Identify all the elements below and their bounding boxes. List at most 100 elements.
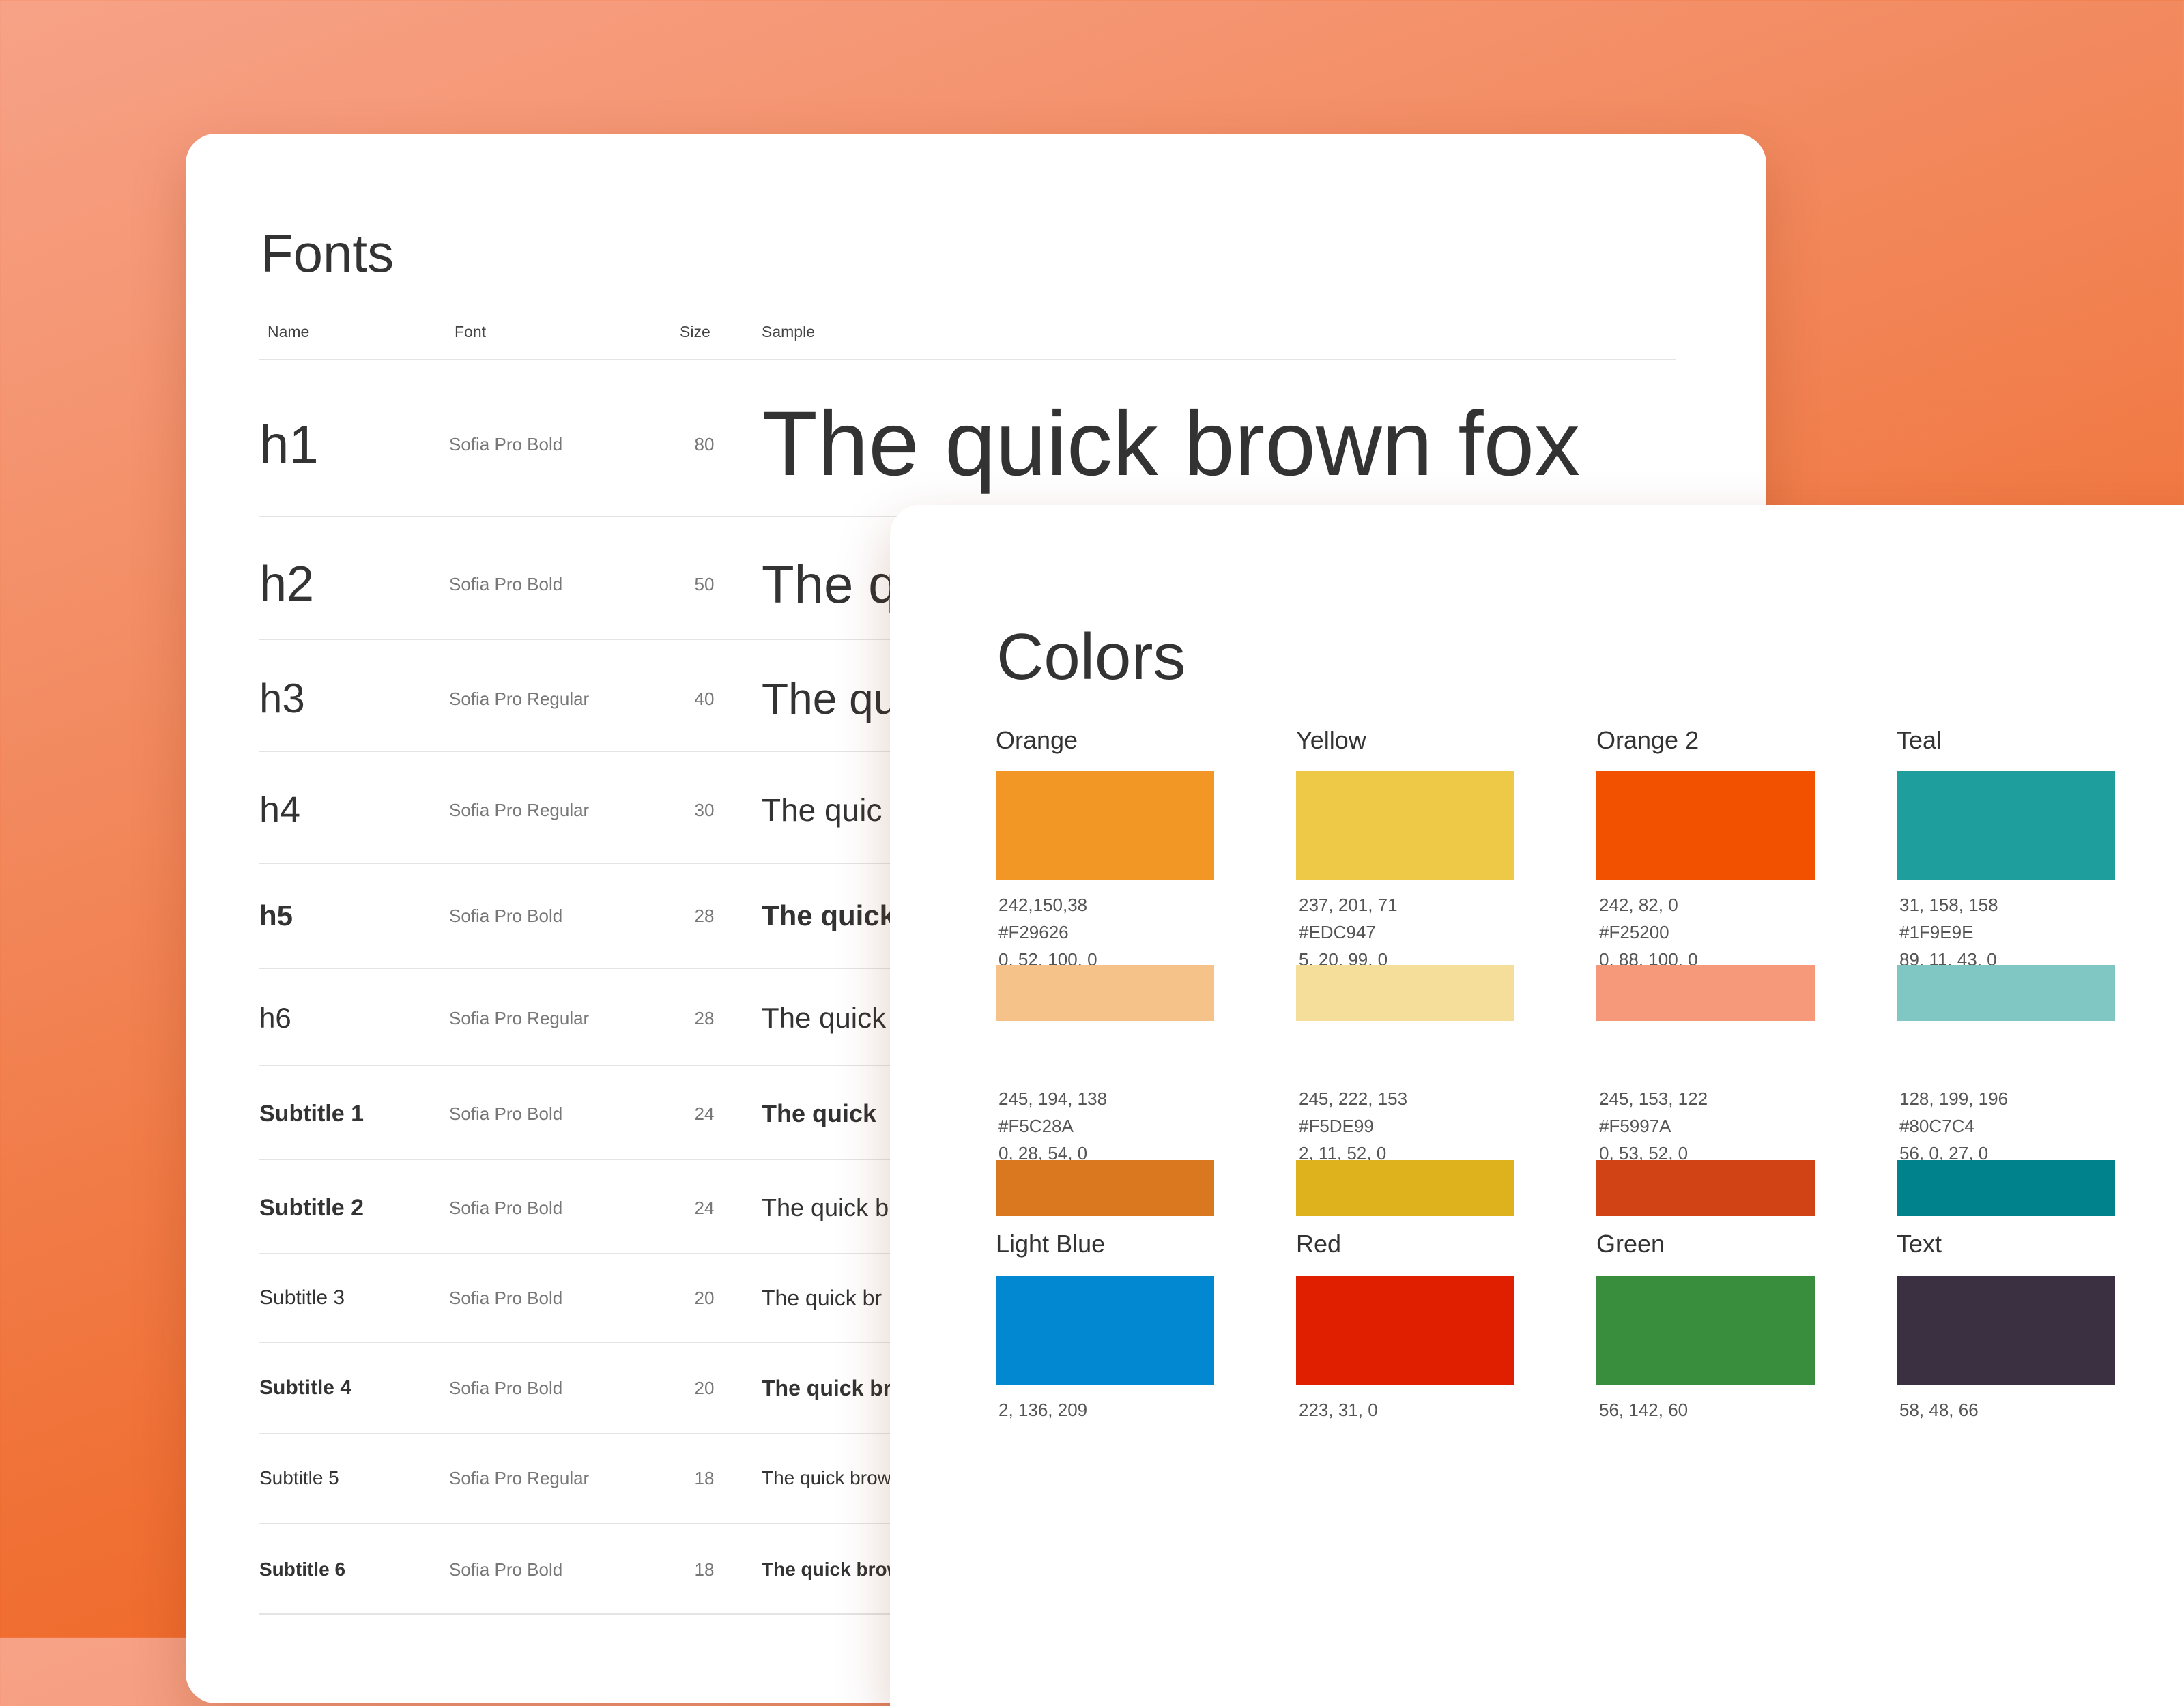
color-swatch — [1897, 1276, 2115, 1385]
color-values: 242,150,38 #F29626 0, 52, 100, 0 — [998, 891, 1097, 973]
color-name: Yellow — [1296, 726, 1366, 754]
style-name: h3 — [259, 676, 305, 721]
fonts-title: Fonts — [261, 223, 394, 283]
font-family-value: Sofia Pro Regular — [449, 689, 590, 709]
column-header-sample: Sample — [762, 323, 815, 341]
font-size-value: 24 — [694, 1198, 715, 1218]
color-swatch — [1296, 965, 1514, 1021]
color-rgb-value: 128, 199, 196 — [1899, 1088, 2009, 1109]
color-hex-value: #F29626 — [998, 922, 1069, 942]
color-hex-value: #F5DE99 — [1299, 1116, 1374, 1136]
color-values: 245, 194, 138 #F5C28A 0, 28, 54, 0 — [998, 1085, 1107, 1167]
font-size-value: 28 — [694, 906, 715, 926]
style-name: h6 — [259, 1002, 291, 1034]
style-name: Subtitle 5 — [259, 1467, 339, 1488]
color-swatch — [996, 1160, 1214, 1216]
font-size-value: 30 — [694, 800, 715, 820]
sample-text: The q — [762, 554, 898, 614]
style-name: Subtitle 1 — [259, 1101, 364, 1127]
color-values: 2, 136, 209 — [998, 1396, 1087, 1423]
style-name: h1 — [259, 414, 319, 474]
style-name: Subtitle 6 — [259, 1559, 346, 1580]
sample-text: The quick — [762, 1002, 887, 1034]
color-name: Light Blue — [996, 1230, 1106, 1258]
sample-text: The quick br — [762, 1286, 882, 1310]
color-name: Text — [1897, 1230, 1942, 1258]
column-header-name: Name — [268, 323, 310, 341]
color-rgb-value: 242, 82, 0 — [1599, 895, 1678, 915]
sample-text: The quic — [762, 792, 882, 828]
font-family-value: Sofia Pro Regular — [449, 1468, 590, 1488]
style-name: Subtitle 2 — [259, 1195, 364, 1221]
color-rgb-value: 223, 31, 0 — [1299, 1400, 1378, 1420]
style-name: h4 — [259, 790, 301, 830]
sample-text: The qu — [762, 674, 898, 723]
font-family-value: Sofia Pro Bold — [449, 1103, 563, 1124]
sample-text: The quick br — [762, 1376, 892, 1400]
color-swatch — [1296, 1276, 1514, 1385]
color-values: 31, 158, 158 #1F9E9E 89, 11, 43, 0 — [1899, 891, 1998, 973]
color-values: 237, 201, 71 #EDC947 5, 20, 99, 0 — [1299, 891, 1398, 973]
font-size-value: 18 — [694, 1559, 715, 1580]
sample-text: The quick brow — [762, 1559, 902, 1580]
color-swatch — [1596, 965, 1815, 1021]
color-name: Red — [1296, 1230, 1342, 1258]
color-hex-value: #F25200 — [1599, 922, 1669, 942]
color-swatch — [1897, 965, 2115, 1021]
font-family-value: Sofia Pro Bold — [449, 434, 563, 454]
style-name: h5 — [259, 899, 293, 931]
font-family-value: Sofia Pro Bold — [449, 1378, 563, 1398]
color-rgb-value: 56, 142, 60 — [1599, 1400, 1689, 1420]
color-swatch — [996, 1276, 1214, 1385]
sample-text: The quick b — [762, 1194, 889, 1221]
color-rgb-value: 31, 158, 158 — [1899, 895, 1998, 915]
font-size-value: 20 — [694, 1378, 715, 1398]
color-hex-value: #F5997A — [1599, 1116, 1671, 1136]
color-rgb-value: 245, 153, 122 — [1599, 1088, 1708, 1109]
color-values: 245, 153, 122 #F5997A 0, 53, 52, 0 — [1599, 1085, 1708, 1167]
font-family-value: Sofia Pro Bold — [449, 1559, 563, 1580]
font-family-value: Sofia Pro Bold — [449, 574, 563, 594]
color-values: 223, 31, 0 — [1299, 1396, 1378, 1423]
style-name: Subtitle 3 — [259, 1286, 345, 1309]
style-name: h2 — [259, 557, 315, 611]
sample-text: The quick brow — [762, 1467, 891, 1488]
column-header-font: Font — [455, 323, 487, 341]
font-size-value: 50 — [694, 574, 715, 594]
colors-panel: Colors Orange 242,150,38 #F29626 0, 52, 100… — [890, 505, 2184, 1706]
color-swatch — [1296, 1160, 1514, 1216]
font-family-value: Sofia Pro Regular — [449, 1008, 590, 1028]
color-hex-value: #EDC947 — [1299, 922, 1376, 942]
font-size-value: 18 — [694, 1468, 715, 1488]
color-rgb-value: 2, 136, 209 — [998, 1400, 1088, 1420]
column-header-size: Size — [680, 323, 710, 341]
font-size-value: 80 — [694, 434, 715, 454]
color-name: Green — [1596, 1230, 1665, 1258]
color-values: 245, 222, 153 #F5DE99 2, 11, 52, 0 — [1299, 1085, 1407, 1167]
color-values: 128, 199, 196 #80C7C4 56, 0, 27, 0 — [1899, 1085, 2008, 1167]
sample-text: The quick — [762, 899, 896, 931]
font-family-value: Sofia Pro Bold — [449, 906, 563, 926]
font-family-value: Sofia Pro Bold — [449, 1198, 563, 1218]
sample-text: The quick — [762, 1099, 877, 1127]
font-size-value: 20 — [694, 1288, 715, 1308]
color-name: Teal — [1897, 726, 1942, 754]
color-values: 242, 82, 0 #F25200 0, 88, 100, 0 — [1599, 891, 1698, 973]
color-hex-value: #1F9E9E — [1899, 922, 1974, 942]
header-divider — [259, 359, 1676, 360]
color-rgb-value: 58, 48, 66 — [1899, 1400, 1979, 1420]
font-family-value: Sofia Pro Bold — [449, 1288, 563, 1308]
color-name: Orange — [996, 726, 1078, 754]
font-size-value: 40 — [694, 689, 715, 709]
font-size-value: 28 — [694, 1008, 715, 1028]
color-hex-value: #80C7C4 — [1899, 1116, 1974, 1136]
color-swatch — [1296, 771, 1514, 880]
color-values: 56, 142, 60 — [1599, 1396, 1688, 1423]
font-family-value: Sofia Pro Regular — [449, 800, 590, 820]
color-rgb-value: 245, 222, 153 — [1299, 1088, 1408, 1109]
colors-title: Colors — [996, 620, 1186, 693]
color-swatch — [1897, 771, 2115, 880]
color-rgb-value: 245, 194, 138 — [998, 1088, 1108, 1109]
color-values: 58, 48, 66 — [1899, 1396, 1979, 1423]
color-swatch — [1596, 1160, 1815, 1216]
